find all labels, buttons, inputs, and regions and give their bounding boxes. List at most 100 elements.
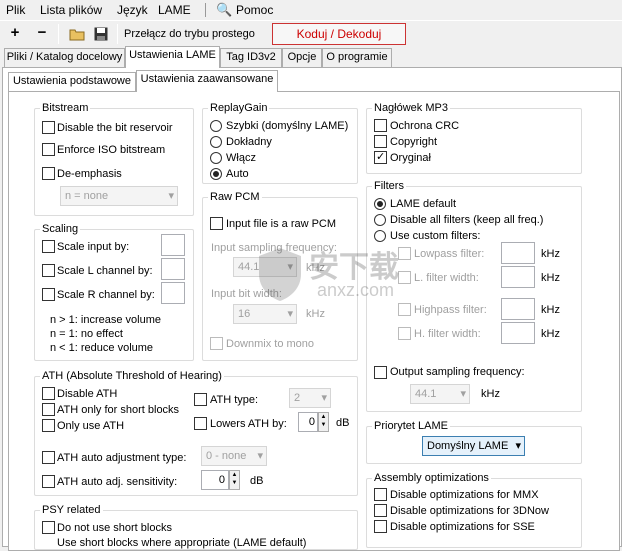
disable-reservoir-checkbox[interactable] (42, 121, 55, 134)
highpass-unit: kHz (541, 304, 560, 316)
tab-o-programie[interactable]: O programie (322, 48, 392, 67)
ath-auto-adj-checkbox[interactable] (42, 451, 55, 464)
watermark-subtext: anxz.com (317, 280, 395, 300)
menu-pomoc[interactable]: Pomoc (236, 3, 273, 17)
menu-jezyk[interactable]: Język (117, 3, 148, 17)
out-freq-unit: kHz (481, 388, 500, 400)
3dnow-checkbox[interactable] (374, 504, 387, 517)
sse-checkbox[interactable] (374, 520, 387, 533)
tab-id3v2[interactable]: Tag ID3v2 (220, 48, 282, 67)
menu-lame[interactable]: LAME (158, 3, 191, 17)
disable-reservoir-label: Disable the bit reservoir (57, 122, 173, 134)
ath-auto-sens-spinner[interactable]: ▲ ▼ (229, 470, 240, 490)
deemphasis-checkbox[interactable] (42, 167, 55, 180)
psy-title: PSY related (40, 504, 103, 516)
lp-width-label: L. filter width: (414, 272, 479, 284)
ath-type-checkbox[interactable] (194, 393, 207, 406)
enforce-iso-checkbox[interactable] (42, 143, 55, 156)
highpass-label: Highpass filter: (414, 304, 487, 316)
lowers-ath-spinner[interactable]: ▲ ▼ (318, 412, 329, 432)
mp3-header-title: Nagłówek MP3 (372, 102, 450, 114)
ath-auto-sens-checkbox[interactable] (42, 475, 55, 488)
tab-ustawienia-lame[interactable]: Ustawienia LAME (125, 46, 220, 68)
hp-width-checkbox[interactable] (398, 327, 411, 340)
lp-width-field[interactable] (501, 266, 535, 288)
scale-l-checkbox[interactable] (42, 264, 55, 277)
rg-accurate-label: Dokładny (226, 136, 272, 148)
toolbar-separator (117, 24, 118, 44)
out-freq-checkbox[interactable] (374, 366, 387, 379)
copyright-label: Copyright (390, 136, 438, 148)
rawpcm-title: Raw PCM (208, 191, 262, 203)
disable-ath-checkbox[interactable] (42, 387, 55, 400)
hp-width-unit: kHz (541, 328, 560, 340)
open-folder-icon[interactable] (66, 23, 88, 45)
rg-fast-radio[interactable] (210, 120, 222, 132)
simple-mode-button[interactable]: Przełącz do trybu prostego (124, 23, 255, 45)
hp-width-field[interactable] (501, 322, 535, 344)
filter-disable-radio[interactable] (374, 214, 386, 226)
scale-r-label: Scale R channel by: (57, 289, 155, 301)
lp-width-unit: kHz (541, 272, 560, 284)
rg-accurate-radio[interactable] (210, 136, 222, 148)
watermark: 安下载 anxz.com (255, 240, 405, 310)
rg-auto-radio[interactable] (210, 168, 222, 180)
crc-checkbox[interactable] (374, 119, 387, 132)
enforce-iso-label: Enforce ISO bitstream (57, 144, 166, 156)
rg-fast-label: Szybki (domyślny LAME) (226, 120, 349, 132)
mmx-checkbox[interactable] (374, 488, 387, 501)
tab-pliki[interactable]: Pliki / Katalog docelowy (4, 48, 125, 67)
downmix-checkbox[interactable] (210, 337, 223, 350)
lowers-ath-label: Lowers ATH by: (210, 418, 287, 430)
scaling-note: n > 1: increase volume (50, 314, 161, 326)
save-icon[interactable] (90, 23, 112, 45)
bitstream-title: Bitstream (40, 102, 91, 114)
ath-auto-sens-field[interactable]: 0 (201, 470, 229, 490)
disable-ath-label: Disable ATH (57, 388, 118, 400)
no-short-blocks-checkbox[interactable] (42, 521, 55, 534)
lowpass-unit: kHz (541, 248, 560, 260)
scale-r-checkbox[interactable] (42, 288, 55, 301)
lowers-ath-field[interactable]: 0 (298, 412, 318, 432)
scale-l-label: Scale L channel by: (57, 265, 153, 277)
toolbar: + − Przełącz do trybu prostego Koduj / D… (0, 20, 622, 46)
tab-opcje[interactable]: Opcje (282, 48, 322, 67)
encode-decode-button[interactable]: Koduj / Dekoduj (272, 23, 406, 45)
lowpass-label: Lowpass filter: (414, 248, 485, 260)
tab-basic-settings[interactable]: Ustawienia podstawowe (8, 72, 136, 91)
raw-pcm-checkbox[interactable] (210, 217, 223, 230)
ath-auto-adj-label: ATH auto adjustment type: (57, 452, 187, 464)
menu-lista-plikow[interactable]: Lista plików (40, 3, 102, 17)
ath-short-checkbox[interactable] (42, 403, 55, 416)
scale-input-checkbox[interactable] (42, 240, 55, 253)
out-freq-select[interactable]: 44.1 (410, 384, 470, 404)
ath-auto-sens-unit: dB (250, 475, 264, 487)
scale-input-field[interactable] (161, 234, 185, 256)
rg-on-radio[interactable] (210, 152, 222, 164)
copyright-checkbox[interactable] (374, 135, 387, 148)
lowers-ath-checkbox[interactable] (194, 417, 207, 430)
deemphasis-label: De-emphasis (57, 168, 122, 180)
scale-r-field[interactable] (161, 282, 185, 304)
deemphasis-select[interactable]: n = none (60, 186, 178, 206)
ath-type-select[interactable]: 2 (289, 388, 331, 408)
downmix-label: Downmix to mono (226, 338, 315, 350)
ath-only-checkbox[interactable] (42, 419, 55, 432)
tab-advanced-settings[interactable]: Ustawienia zaawansowane (136, 70, 278, 92)
ath-type-label: ATH type: (210, 394, 259, 406)
add-icon[interactable]: + (4, 23, 26, 45)
scale-l-field[interactable] (161, 258, 185, 280)
replaygain-title: ReplayGain (208, 102, 270, 114)
raw-pcm-label: Input file is a raw PCM (226, 218, 337, 230)
help-icon: 🔍 (216, 2, 233, 17)
priority-select[interactable]: Domyślny LAME (422, 436, 525, 456)
ath-auto-adj-select[interactable]: 0 - none (201, 446, 267, 466)
highpass-field[interactable] (501, 298, 535, 320)
sse-label: Disable optimizations for SSE (390, 521, 535, 533)
filter-default-radio[interactable] (374, 198, 386, 210)
no-short-blocks-label: Do not use short blocks (57, 522, 172, 534)
original-checkbox[interactable] (374, 150, 387, 164)
remove-icon[interactable]: − (31, 23, 53, 45)
menu-plik[interactable]: Plik (6, 3, 25, 17)
lowpass-field[interactable] (501, 242, 535, 264)
